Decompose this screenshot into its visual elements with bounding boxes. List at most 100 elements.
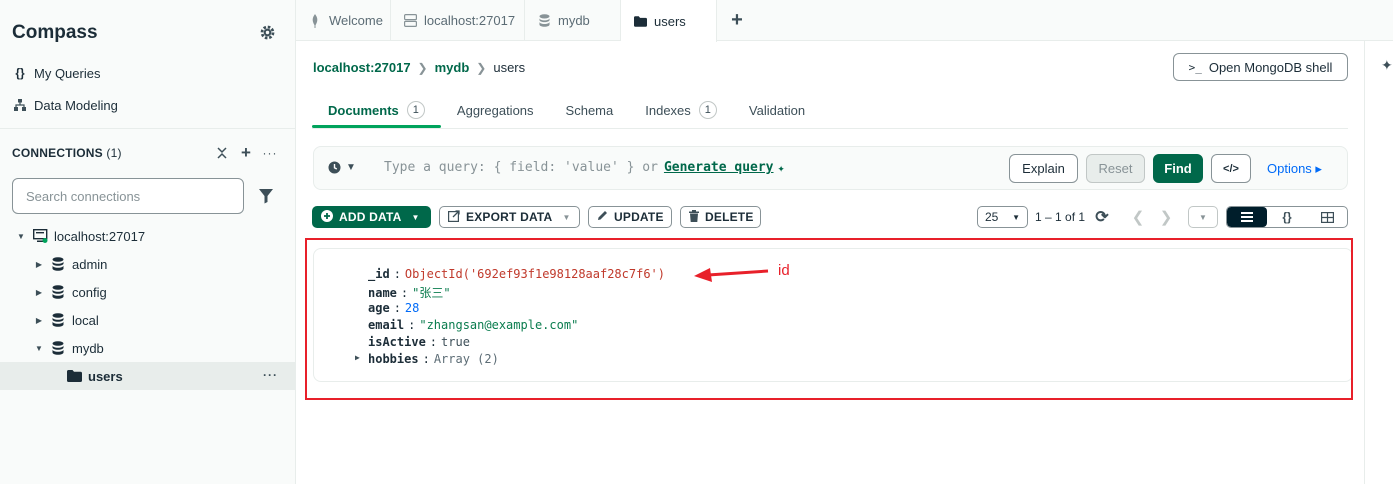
tree-connection[interactable]: ▼ localhost:27017 bbox=[0, 222, 296, 250]
annotation-label: id bbox=[778, 262, 790, 279]
database-icon bbox=[50, 312, 66, 328]
clock-icon bbox=[328, 161, 341, 174]
caret-down-icon[interactable]: ▼ bbox=[34, 344, 44, 353]
next-page-icon[interactable]: ❯ bbox=[1158, 207, 1174, 227]
tab-mydb[interactable]: mydb bbox=[525, 0, 621, 41]
list-view-icon[interactable] bbox=[1227, 207, 1267, 227]
connection-name: localhost:27017 bbox=[54, 228, 146, 244]
connections-count: (1) bbox=[106, 146, 122, 160]
export-data-button[interactable]: EXPORT DATA ▼ bbox=[439, 206, 580, 228]
plus-circle-icon bbox=[321, 209, 333, 225]
tree-db-local[interactable]: ▶ local bbox=[0, 306, 296, 334]
nav-data-modeling[interactable]: Data Modeling bbox=[12, 95, 118, 115]
pencil-icon bbox=[597, 210, 608, 224]
tab-bar: Welcome localhost:27017 mydb users + bbox=[296, 0, 1393, 42]
tree-collection-users[interactable]: users ··· bbox=[0, 362, 296, 390]
nav-my-queries[interactable]: {} My Queries bbox=[12, 63, 100, 83]
breadcrumb-collection: users bbox=[493, 60, 526, 75]
search-connections-input[interactable] bbox=[12, 178, 244, 214]
refresh-icon[interactable]: ⟳ bbox=[1094, 207, 1110, 227]
tab-indexes[interactable]: Indexes 1 bbox=[629, 92, 733, 128]
button-label: ADD DATA bbox=[339, 210, 402, 224]
braces-icon: {} bbox=[15, 66, 25, 80]
code-icon[interactable]: </> bbox=[1211, 154, 1251, 183]
tab-documents[interactable]: Documents 1 bbox=[312, 92, 441, 128]
right-rail: ✦ bbox=[1364, 41, 1393, 484]
page-size-value: 25 bbox=[985, 210, 999, 224]
sparkle-icon[interactable]: ✦ bbox=[1381, 57, 1393, 74]
connections-title: CONNECTIONS bbox=[12, 146, 103, 160]
delete-button[interactable]: DELETE bbox=[680, 206, 761, 228]
caret-right-icon[interactable]: ▶ bbox=[34, 288, 44, 297]
folder-icon bbox=[66, 368, 82, 384]
server-icon bbox=[32, 228, 48, 244]
tab-label: Schema bbox=[565, 102, 614, 118]
database-icon bbox=[50, 340, 66, 356]
tab-users[interactable]: users bbox=[621, 0, 717, 42]
add-data-button[interactable]: ADD DATA ▼ bbox=[312, 206, 431, 228]
json-view-icon[interactable]: {} bbox=[1267, 207, 1307, 227]
sidebar: Compass {} My Queries Data Modeling CONN… bbox=[0, 0, 296, 484]
add-tab-button[interactable]: + bbox=[727, 9, 747, 31]
filter-icon[interactable] bbox=[259, 188, 273, 204]
tab-schema[interactable]: Schema bbox=[550, 92, 630, 128]
chevron-right-icon: ❯ bbox=[417, 60, 428, 75]
caret-down-icon: ▼ bbox=[346, 162, 356, 173]
reset-button[interactable]: Reset bbox=[1086, 154, 1145, 183]
view-options-dropdown[interactable]: ▼ bbox=[1188, 206, 1218, 228]
gear-icon[interactable] bbox=[259, 24, 276, 41]
tree-db-mydb[interactable]: ▼ mydb bbox=[0, 334, 296, 362]
caret-down-icon[interactable]: ▼ bbox=[16, 232, 26, 241]
add-connection-icon[interactable]: + bbox=[239, 143, 253, 162]
caret-down-icon: ▼ bbox=[411, 212, 420, 222]
collection-tabs: Documents 1 Aggregations Schema Indexes … bbox=[312, 92, 821, 128]
table-view-icon[interactable] bbox=[1307, 207, 1347, 227]
update-button[interactable]: UPDATE bbox=[588, 206, 672, 228]
db-name: local bbox=[72, 312, 99, 328]
query-bar: ▼ Type a query: { field: 'value' } or Ge… bbox=[313, 146, 1348, 190]
chevron-right-icon: ❯ bbox=[476, 60, 487, 75]
tree-db-admin[interactable]: ▶ admin bbox=[0, 250, 296, 278]
options-button[interactable]: Options ▸ bbox=[1267, 161, 1322, 177]
query-history-button[interactable]: ▼ bbox=[328, 161, 356, 174]
tab-label: mydb bbox=[558, 13, 590, 28]
caret-right-icon[interactable]: ▶ bbox=[34, 260, 44, 269]
nav-label: Data Modeling bbox=[34, 97, 118, 113]
page-size-select[interactable]: 25 ▼ bbox=[977, 206, 1028, 228]
breadcrumb-database[interactable]: mydb bbox=[435, 60, 470, 75]
explain-button[interactable]: Explain bbox=[1009, 154, 1078, 183]
tabs-divider bbox=[312, 128, 1348, 129]
tab-label: users bbox=[654, 13, 686, 29]
database-icon bbox=[50, 284, 66, 300]
tab-label: Indexes bbox=[645, 102, 691, 118]
export-icon bbox=[448, 209, 460, 225]
more-icon[interactable]: ··· bbox=[263, 145, 277, 161]
tab-welcome[interactable]: Welcome bbox=[296, 0, 391, 41]
terminal-icon: >_ bbox=[1188, 60, 1202, 74]
generate-query-link[interactable]: Generate query bbox=[664, 160, 774, 175]
annotation-arrow bbox=[694, 268, 769, 282]
pagination-range: 1 – 1 of 1 bbox=[1035, 210, 1086, 224]
query-placeholder: Type a query: { field: 'value' } or bbox=[384, 160, 658, 175]
find-button[interactable]: Find bbox=[1153, 154, 1203, 183]
sparkle-icon: ✦ bbox=[777, 160, 785, 175]
query-input[interactable]: Type a query: { field: 'value' } or Gene… bbox=[384, 160, 785, 175]
tree-db-config[interactable]: ▶ config bbox=[0, 278, 296, 306]
open-shell-button[interactable]: >_ Open MongoDB shell bbox=[1173, 53, 1348, 81]
db-name: config bbox=[72, 284, 107, 300]
db-name: mydb bbox=[72, 340, 104, 356]
caret-down-icon: ▼ bbox=[1012, 212, 1020, 222]
tab-localhost[interactable]: localhost:27017 bbox=[391, 0, 525, 41]
more-icon[interactable]: ··· bbox=[263, 368, 278, 382]
tab-aggregations[interactable]: Aggregations bbox=[441, 92, 550, 128]
collection-name: users bbox=[88, 368, 123, 384]
caret-right-icon[interactable]: ▶ bbox=[34, 316, 44, 325]
tab-label: Validation bbox=[748, 102, 806, 118]
collapse-all-icon[interactable] bbox=[215, 145, 229, 161]
tab-validation[interactable]: Validation bbox=[733, 92, 821, 128]
button-label: EXPORT DATA bbox=[466, 210, 553, 224]
server-icon bbox=[403, 14, 417, 28]
tab-label: Documents bbox=[328, 102, 399, 118]
breadcrumb-connection[interactable]: localhost:27017 bbox=[313, 60, 411, 75]
prev-page-icon[interactable]: ❮ bbox=[1130, 207, 1146, 227]
